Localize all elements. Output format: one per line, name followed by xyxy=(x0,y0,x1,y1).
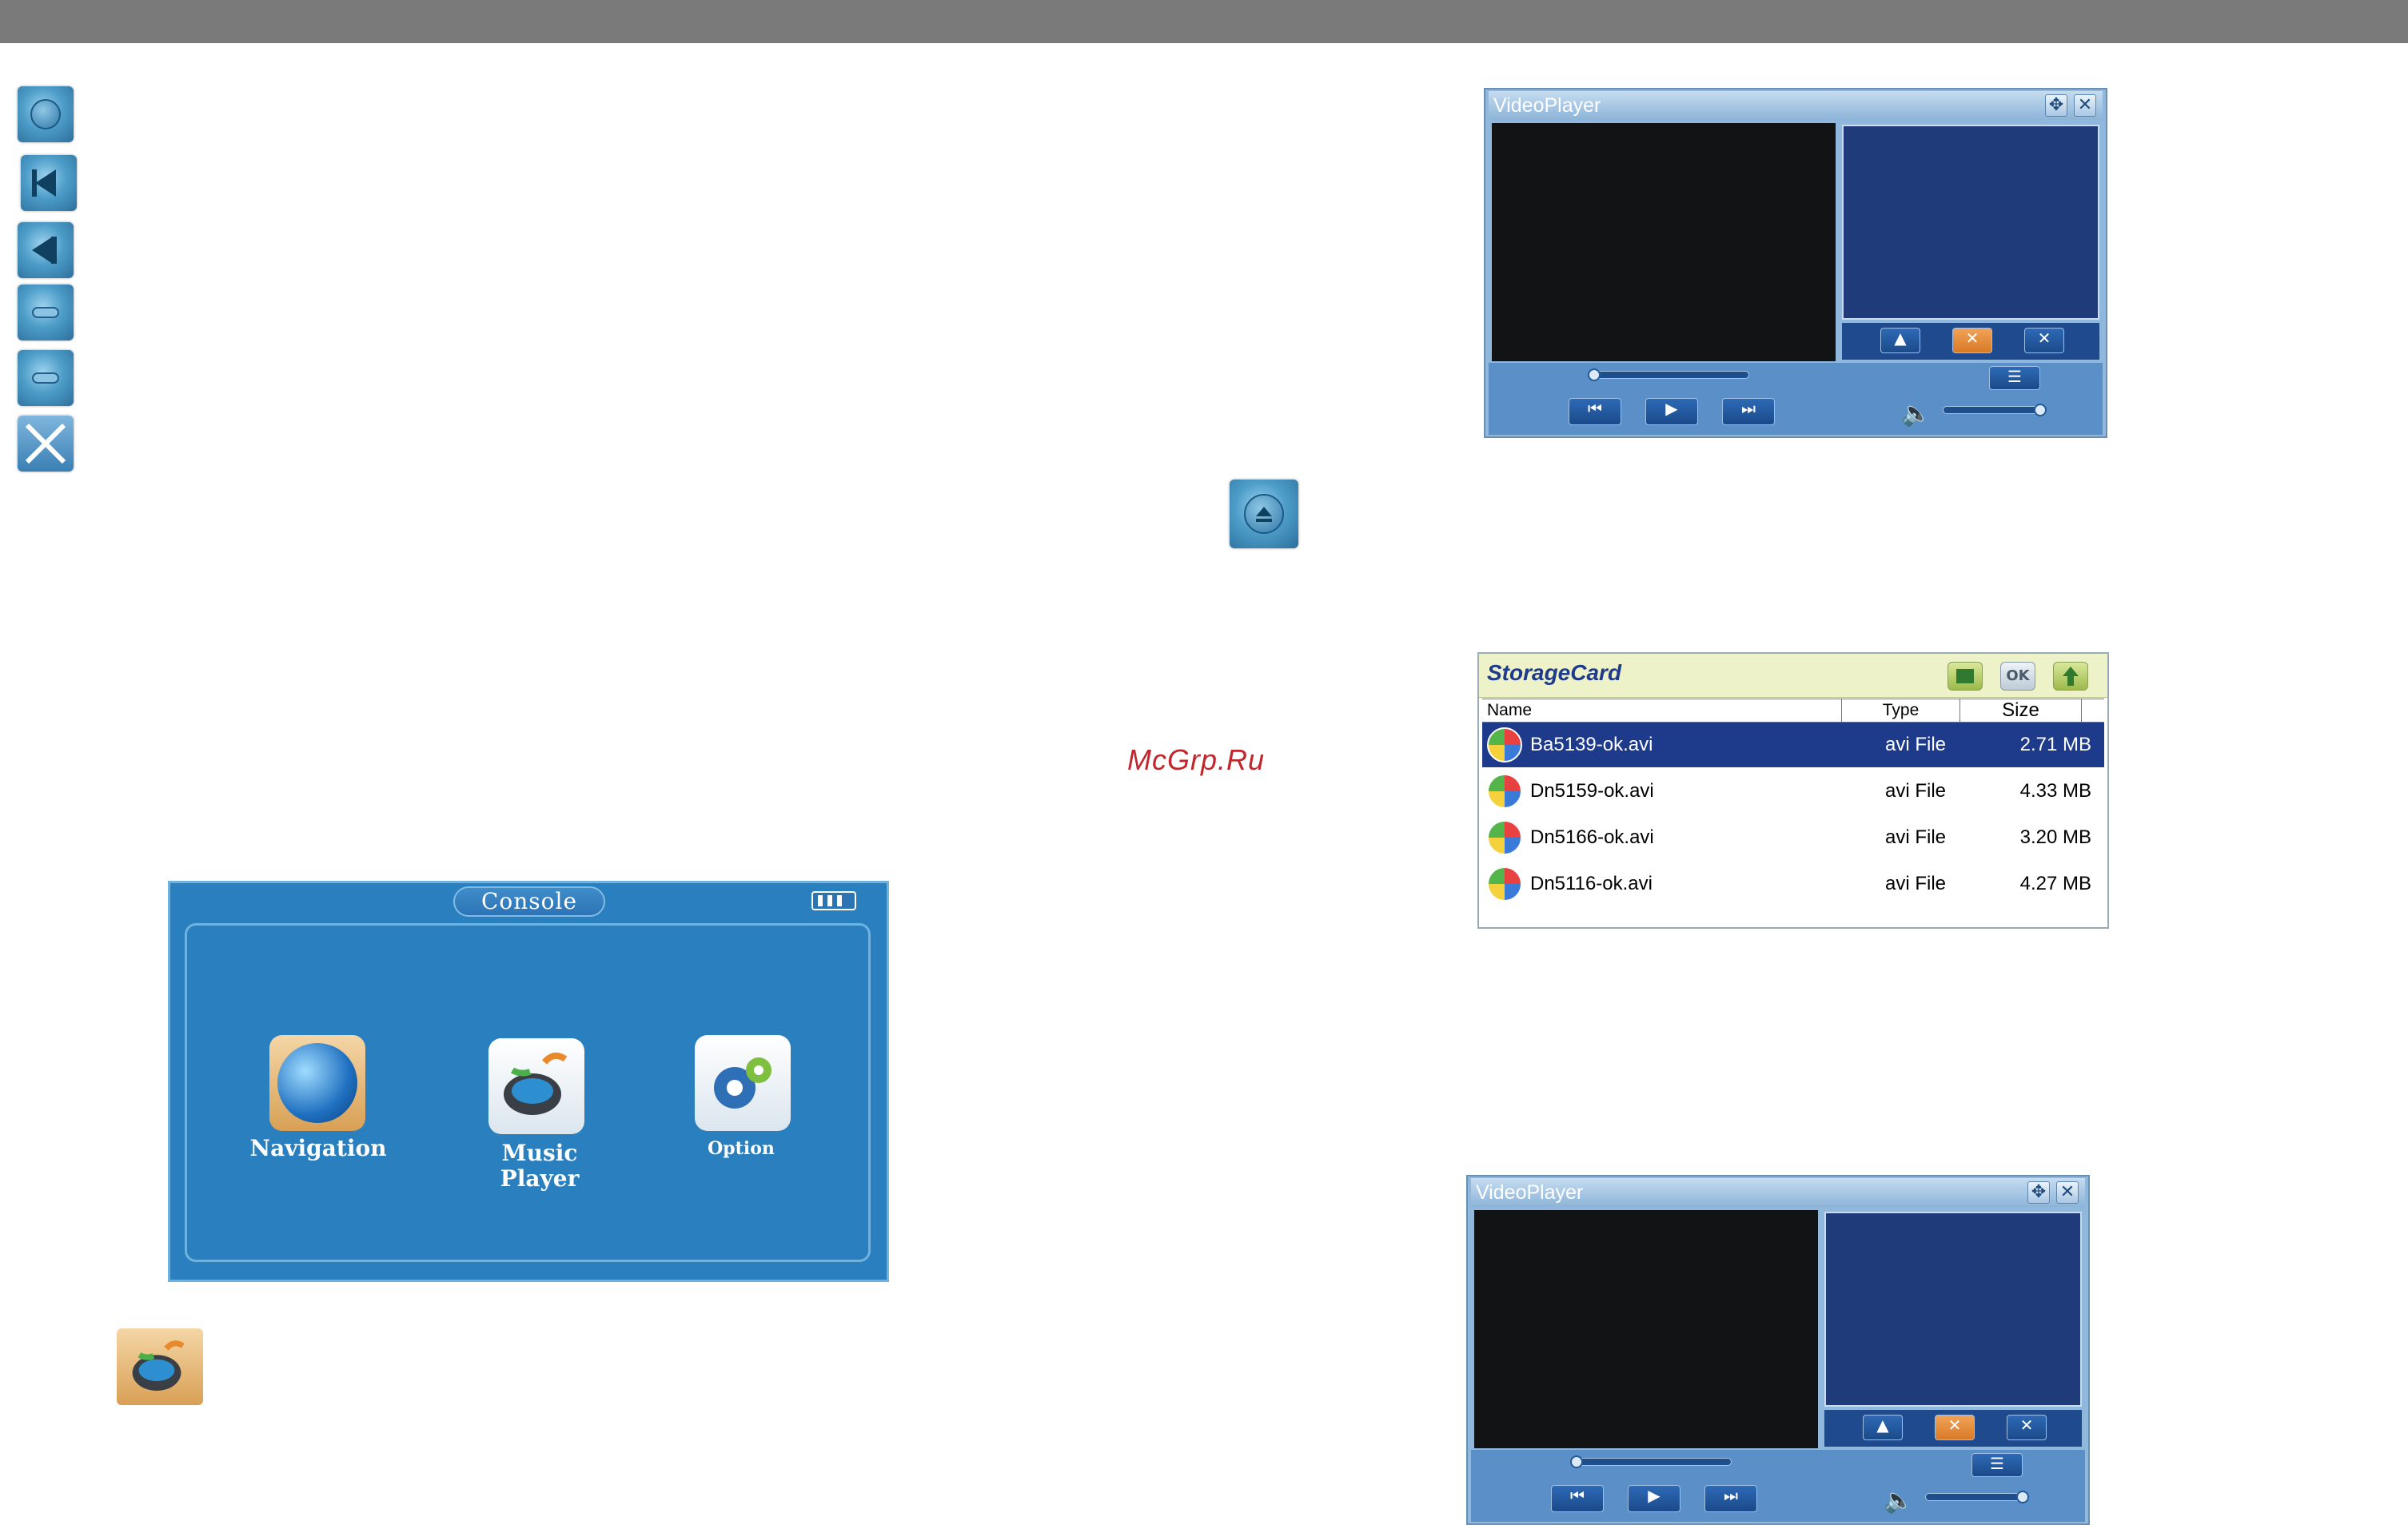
seek-knob[interactable] xyxy=(1588,368,1601,381)
close-icon xyxy=(18,416,74,472)
eject-button[interactable]: ▲ xyxy=(1880,328,1920,353)
gear-icon xyxy=(714,1057,771,1109)
previous-icon xyxy=(21,155,77,211)
column-size[interactable]: Size xyxy=(1960,699,2082,722)
play-button[interactable]: ▶ xyxy=(1628,1485,1680,1512)
watermark: McGrp.Ru xyxy=(1127,743,1266,776)
next-button[interactable]: ⏭ xyxy=(1704,1485,1757,1512)
playlist-button[interactable]: ☰ xyxy=(1989,366,2040,390)
file-size: 4.33 MB xyxy=(2019,780,2091,802)
file-name: Dn5166-ok.avi xyxy=(1530,826,1654,848)
close-button[interactable]: ✕ xyxy=(2074,94,2096,117)
music-player-label: Music Player xyxy=(500,1140,580,1192)
console-title: Console xyxy=(453,886,605,917)
file-type: avi File xyxy=(1884,780,1947,802)
video-player-title: VideoPlayer xyxy=(1489,91,2103,120)
column-type[interactable]: Type xyxy=(1842,699,1960,722)
video-player-bottom: VideoPlayer ✥ ✕ ▲ ✕ ✕ ☰ ⏮ ▶ ⏭ 🔈 xyxy=(1466,1175,2090,1525)
top-bar xyxy=(0,0,2408,43)
file-browser: StorageCard OK Name Type Size Ba5139-ok.… xyxy=(1477,652,2109,929)
file-size: 4.27 MB xyxy=(2019,873,2091,894)
ok-button[interactable]: OK xyxy=(2000,662,2035,691)
remove-button[interactable]: ✕ xyxy=(1952,328,1992,353)
file-size: 2.71 MB xyxy=(2019,734,2091,755)
file-type: avi File xyxy=(1884,826,1947,848)
select-all-button[interactable] xyxy=(1948,662,1983,691)
file-browser-header: StorageCard OK xyxy=(1479,654,2107,698)
fullscreen-button[interactable]: ✥ xyxy=(2027,1181,2050,1204)
fullscreen-button[interactable]: ✥ xyxy=(2045,94,2067,117)
file-name: Dn5116-ok.avi xyxy=(1530,873,1653,894)
speaker-icon: 🔈 xyxy=(1901,400,1932,428)
playlist-panel xyxy=(1824,1212,2082,1407)
file-row[interactable]: Ba5139-ok.avi avi File 2.71 MB xyxy=(1482,723,2104,767)
file-row[interactable]: Dn5166-ok.avi avi File 3.20 MB xyxy=(1482,815,2104,860)
storage-path: StorageCard xyxy=(1487,660,1622,685)
file-name: Ba5139-ok.avi xyxy=(1530,734,1653,755)
up-folder-button[interactable] xyxy=(2053,662,2088,691)
file-size: 3.20 MB xyxy=(2019,826,2091,848)
clear-button[interactable]: ✕ xyxy=(2007,1415,2047,1440)
music-player-icon xyxy=(504,1052,568,1115)
file-row[interactable]: Dn5116-ok.avi avi File 4.27 MB xyxy=(1482,862,2104,906)
file-type: avi File xyxy=(1884,734,1947,755)
seek-bar[interactable] xyxy=(1575,1458,1732,1466)
volume-knob[interactable] xyxy=(2016,1491,2029,1503)
playlist-panel xyxy=(1842,125,2099,320)
seek-knob[interactable] xyxy=(1570,1455,1583,1468)
video-screen xyxy=(1492,123,1836,361)
video-file-icon xyxy=(1487,820,1522,855)
column-name[interactable]: Name xyxy=(1482,699,1842,722)
eject-icon xyxy=(1230,480,1298,548)
column-headers: Name Type Size xyxy=(1482,699,2104,723)
battery-icon xyxy=(811,891,856,910)
eject-button[interactable]: ▲ xyxy=(1863,1415,1903,1440)
playlist-button[interactable]: ☰ xyxy=(1971,1453,2023,1477)
navigation-app-button[interactable] xyxy=(269,1035,365,1131)
file-name: Dn5159-ok.avi xyxy=(1530,780,1654,802)
video-file-icon xyxy=(1487,774,1522,809)
forward-icon xyxy=(18,285,74,340)
volume-slider[interactable] xyxy=(1943,406,2045,414)
file-row[interactable]: Dn5159-ok.avi avi File 4.33 MB xyxy=(1482,769,2104,814)
option-label: Option xyxy=(708,1138,775,1159)
navigation-label: Navigation xyxy=(249,1135,387,1161)
volume-slider[interactable] xyxy=(1925,1493,2027,1501)
file-type: avi File xyxy=(1884,873,1947,894)
video-file-icon xyxy=(1487,866,1522,902)
play-button[interactable]: ▶ xyxy=(1645,398,1698,425)
next-icon xyxy=(18,350,74,406)
console-window: Console Navigation Music Player Option xyxy=(168,881,889,1282)
previous-button[interactable]: ⏮ xyxy=(1569,398,1621,425)
next-button[interactable]: ⏭ xyxy=(1722,398,1775,425)
video-player-top: VideoPlayer ✥ ✕ ▲ ✕ ✕ ☰ ⏮ ▶ ⏭ 🔈 xyxy=(1484,88,2107,438)
rewind-icon xyxy=(18,222,74,278)
close-button[interactable]: ✕ xyxy=(2056,1181,2079,1204)
music-player-app-button[interactable] xyxy=(488,1038,584,1134)
volume-knob[interactable] xyxy=(2034,404,2047,416)
seek-bar[interactable] xyxy=(1593,371,1749,379)
remove-button[interactable]: ✕ xyxy=(1935,1415,1975,1440)
music-player-icon xyxy=(117,1328,203,1405)
speaker-icon: 🔈 xyxy=(1884,1487,1914,1515)
play-pause-icon xyxy=(18,86,74,142)
video-screen xyxy=(1474,1210,1818,1448)
globe-icon xyxy=(277,1043,357,1123)
clear-button[interactable]: ✕ xyxy=(2024,328,2064,353)
video-file-icon xyxy=(1487,727,1522,762)
previous-button[interactable]: ⏮ xyxy=(1551,1485,1604,1512)
option-app-button[interactable] xyxy=(695,1035,791,1131)
video-player-title: VideoPlayer xyxy=(1471,1178,2085,1207)
